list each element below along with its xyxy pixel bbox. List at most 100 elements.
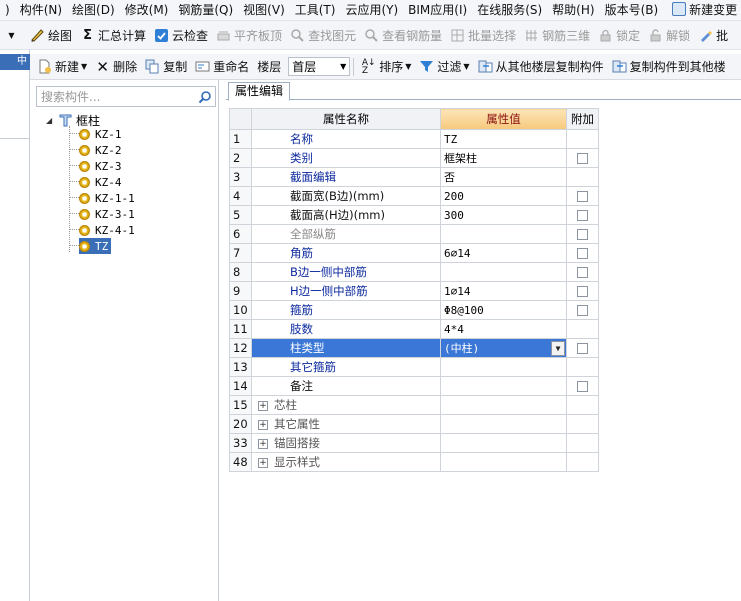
property-value[interactable]: 4*4 [440, 319, 567, 339]
property-row[interactable]: 1 名称 TZ [229, 129, 599, 149]
column-type-dropdown[interactable]: (中柱) ▼ [442, 340, 565, 357]
property-row[interactable]: 9 H边一侧中部筋 1⌀14 [229, 281, 599, 301]
property-row[interactable]: 14 备注 [229, 376, 599, 396]
property-value[interactable]: Φ8@100 [440, 300, 567, 320]
property-row[interactable]: 12 柱类型 (中柱) ▼ [229, 338, 599, 358]
property-value[interactable]: 300 [440, 205, 567, 225]
extra-checkbox[interactable] [577, 343, 588, 354]
property-row[interactable]: 3 截面编辑否 [229, 167, 599, 187]
cloud-check-button[interactable]: 云检查 [150, 24, 212, 46]
property-row[interactable]: 13 其它箍筋 [229, 357, 599, 377]
menu-tools[interactable]: 工具(T) [290, 0, 341, 20]
property-value [440, 452, 567, 472]
extra-checkbox[interactable] [577, 191, 588, 202]
menu-version[interactable]: 版本号(B) [600, 0, 664, 20]
menu-rebar-quantity[interactable]: 钢筋量(Q) [173, 0, 238, 20]
property-value[interactable]: TZ [440, 129, 567, 149]
extra-checkbox[interactable] [577, 229, 588, 240]
property-value[interactable] [440, 262, 567, 282]
tree-item-kz-3-1[interactable]: KZ-3-1 [79, 206, 138, 222]
unlock-button[interactable]: 解锁 [644, 24, 694, 46]
tree-item-kz-3[interactable]: KZ-3 [79, 158, 125, 174]
menu-partial[interactable]: ) [0, 0, 15, 20]
menu-new-change[interactable]: 新建变更 [667, 0, 741, 20]
floor-select[interactable]: 首层 ▼ [288, 57, 351, 76]
find-element-button[interactable]: 查找图元 [286, 24, 360, 46]
new-button[interactable]: 新建 ▼ [33, 56, 91, 78]
draw-button[interactable]: 绘图 [26, 24, 76, 46]
rebar-3d-label: 钢筋三维 [542, 28, 591, 43]
property-value[interactable]: 200 [440, 186, 567, 206]
property-group-row[interactable]: 20 + 其它属性 [229, 414, 599, 434]
menu-cloud-app[interactable]: 云应用(Y) [340, 0, 403, 20]
property-row[interactable]: 5 截面高(H边)(mm) 300 [229, 205, 599, 225]
menu-help[interactable]: 帮助(H) [547, 0, 599, 20]
extra-checkbox[interactable] [577, 210, 588, 221]
menu-draw[interactable]: 绘图(D) [67, 0, 120, 20]
copy-button[interactable]: 复制 [141, 56, 191, 78]
extra-checkbox[interactable] [577, 305, 588, 316]
expand-plus-icon[interactable]: + [258, 419, 268, 430]
property-value[interactable]: 框架柱 [440, 148, 567, 168]
collapse-triangle-icon[interactable]: ◢ [46, 116, 55, 125]
property-row[interactable]: 11 肢数 4*4 [229, 319, 599, 339]
copy-from-floor-button[interactable]: 从其他楼层复制构件 [474, 56, 608, 78]
lock-button[interactable]: 锁定 [594, 24, 644, 46]
expand-plus-icon[interactable]: + [258, 400, 268, 411]
search-input[interactable] [37, 87, 195, 106]
toolbar-overflow[interactable]: ▼ [0, 24, 26, 46]
property-row[interactable]: 4 截面宽(B边)(mm) 200 [229, 186, 599, 206]
menu-view[interactable]: 视图(V) [238, 0, 290, 20]
property-value[interactable]: 6⌀14 [440, 243, 567, 263]
property-row[interactable]: 10 箍筋 Φ8@100 [229, 300, 599, 320]
tree-item-kz-1-1[interactable]: KZ-1-1 [79, 190, 138, 206]
tree-connector [69, 149, 79, 150]
tree-item-kz-2[interactable]: KZ-2 [79, 142, 125, 158]
tree-item-kz-4-1[interactable]: KZ-4-1 [79, 222, 138, 238]
property-row[interactable]: 6 全部纵筋 [229, 224, 599, 244]
extra-checkbox[interactable] [577, 248, 588, 259]
menu-modify[interactable]: 修改(M) [120, 0, 174, 20]
menu-bim-app[interactable]: BIM应用(I) [403, 0, 472, 20]
extra-checkbox[interactable] [577, 286, 588, 297]
property-value[interactable]: 否 [440, 167, 567, 187]
rename-button[interactable]: 重命名 [191, 56, 253, 78]
property-value[interactable] [440, 224, 567, 244]
tree-item-tz[interactable]: TZ [79, 238, 112, 254]
rebar-3d-button[interactable]: 钢筋三维 [520, 24, 594, 46]
tab-property-edit[interactable]: 属性编辑 [228, 82, 291, 101]
level-slab-button[interactable]: 平齐板顶 [212, 24, 286, 46]
property-group-row[interactable]: 33 + 锚固搭接 [229, 433, 599, 453]
filter-label: 过滤 [437, 60, 462, 74]
property-value[interactable] [440, 357, 567, 377]
menu-online-service[interactable]: 在线服务(S) [472, 0, 547, 20]
property-value[interactable] [440, 376, 567, 396]
property-value[interactable]: (中柱) ▼ [440, 338, 567, 358]
batch-button[interactable]: 批 [694, 24, 732, 46]
property-group-row[interactable]: 48 + 显示样式 [229, 452, 599, 472]
filter-button[interactable]: 过滤 ▼ [415, 56, 473, 78]
expand-plus-icon[interactable]: + [258, 457, 268, 468]
extra-checkbox[interactable] [577, 381, 588, 392]
expand-plus-icon[interactable]: + [258, 438, 268, 449]
property-row[interactable]: 8 B边一侧中部筋 [229, 262, 599, 282]
extra-checkbox[interactable] [577, 267, 588, 278]
menu-component[interactable]: 构件(N) [15, 0, 67, 20]
delete-button[interactable]: ✕ 删除 [91, 56, 141, 78]
tree-item-kz-1[interactable]: KZ-1 [79, 126, 125, 142]
property-group-row[interactable]: 15 + 芯柱 [229, 395, 599, 415]
batch-select-button[interactable]: 批量选择 [446, 24, 520, 46]
search-icon[interactable] [195, 87, 215, 106]
chevron-down-icon[interactable]: ▼ [551, 340, 565, 356]
view-rebar-button[interactable]: 查看钢筋量 [360, 24, 446, 46]
sum-calc-button[interactable]: Σ 汇总计算 [76, 24, 150, 46]
left-dock-tab[interactable]: 中 [0, 54, 30, 70]
copy-to-floor-button[interactable]: 复制构件到其他楼 [608, 56, 730, 78]
sort-button[interactable]: A↓ Z 排序 ▼ [357, 56, 415, 78]
property-name: 角筋 [251, 243, 441, 263]
tree-item-kz-4[interactable]: KZ-4 [79, 174, 125, 190]
extra-checkbox[interactable] [577, 153, 588, 164]
property-row[interactable]: 2 类别 框架柱 [229, 148, 599, 168]
property-row[interactable]: 7 角筋 6⌀14 [229, 243, 599, 263]
property-value[interactable]: 1⌀14 [440, 281, 567, 301]
